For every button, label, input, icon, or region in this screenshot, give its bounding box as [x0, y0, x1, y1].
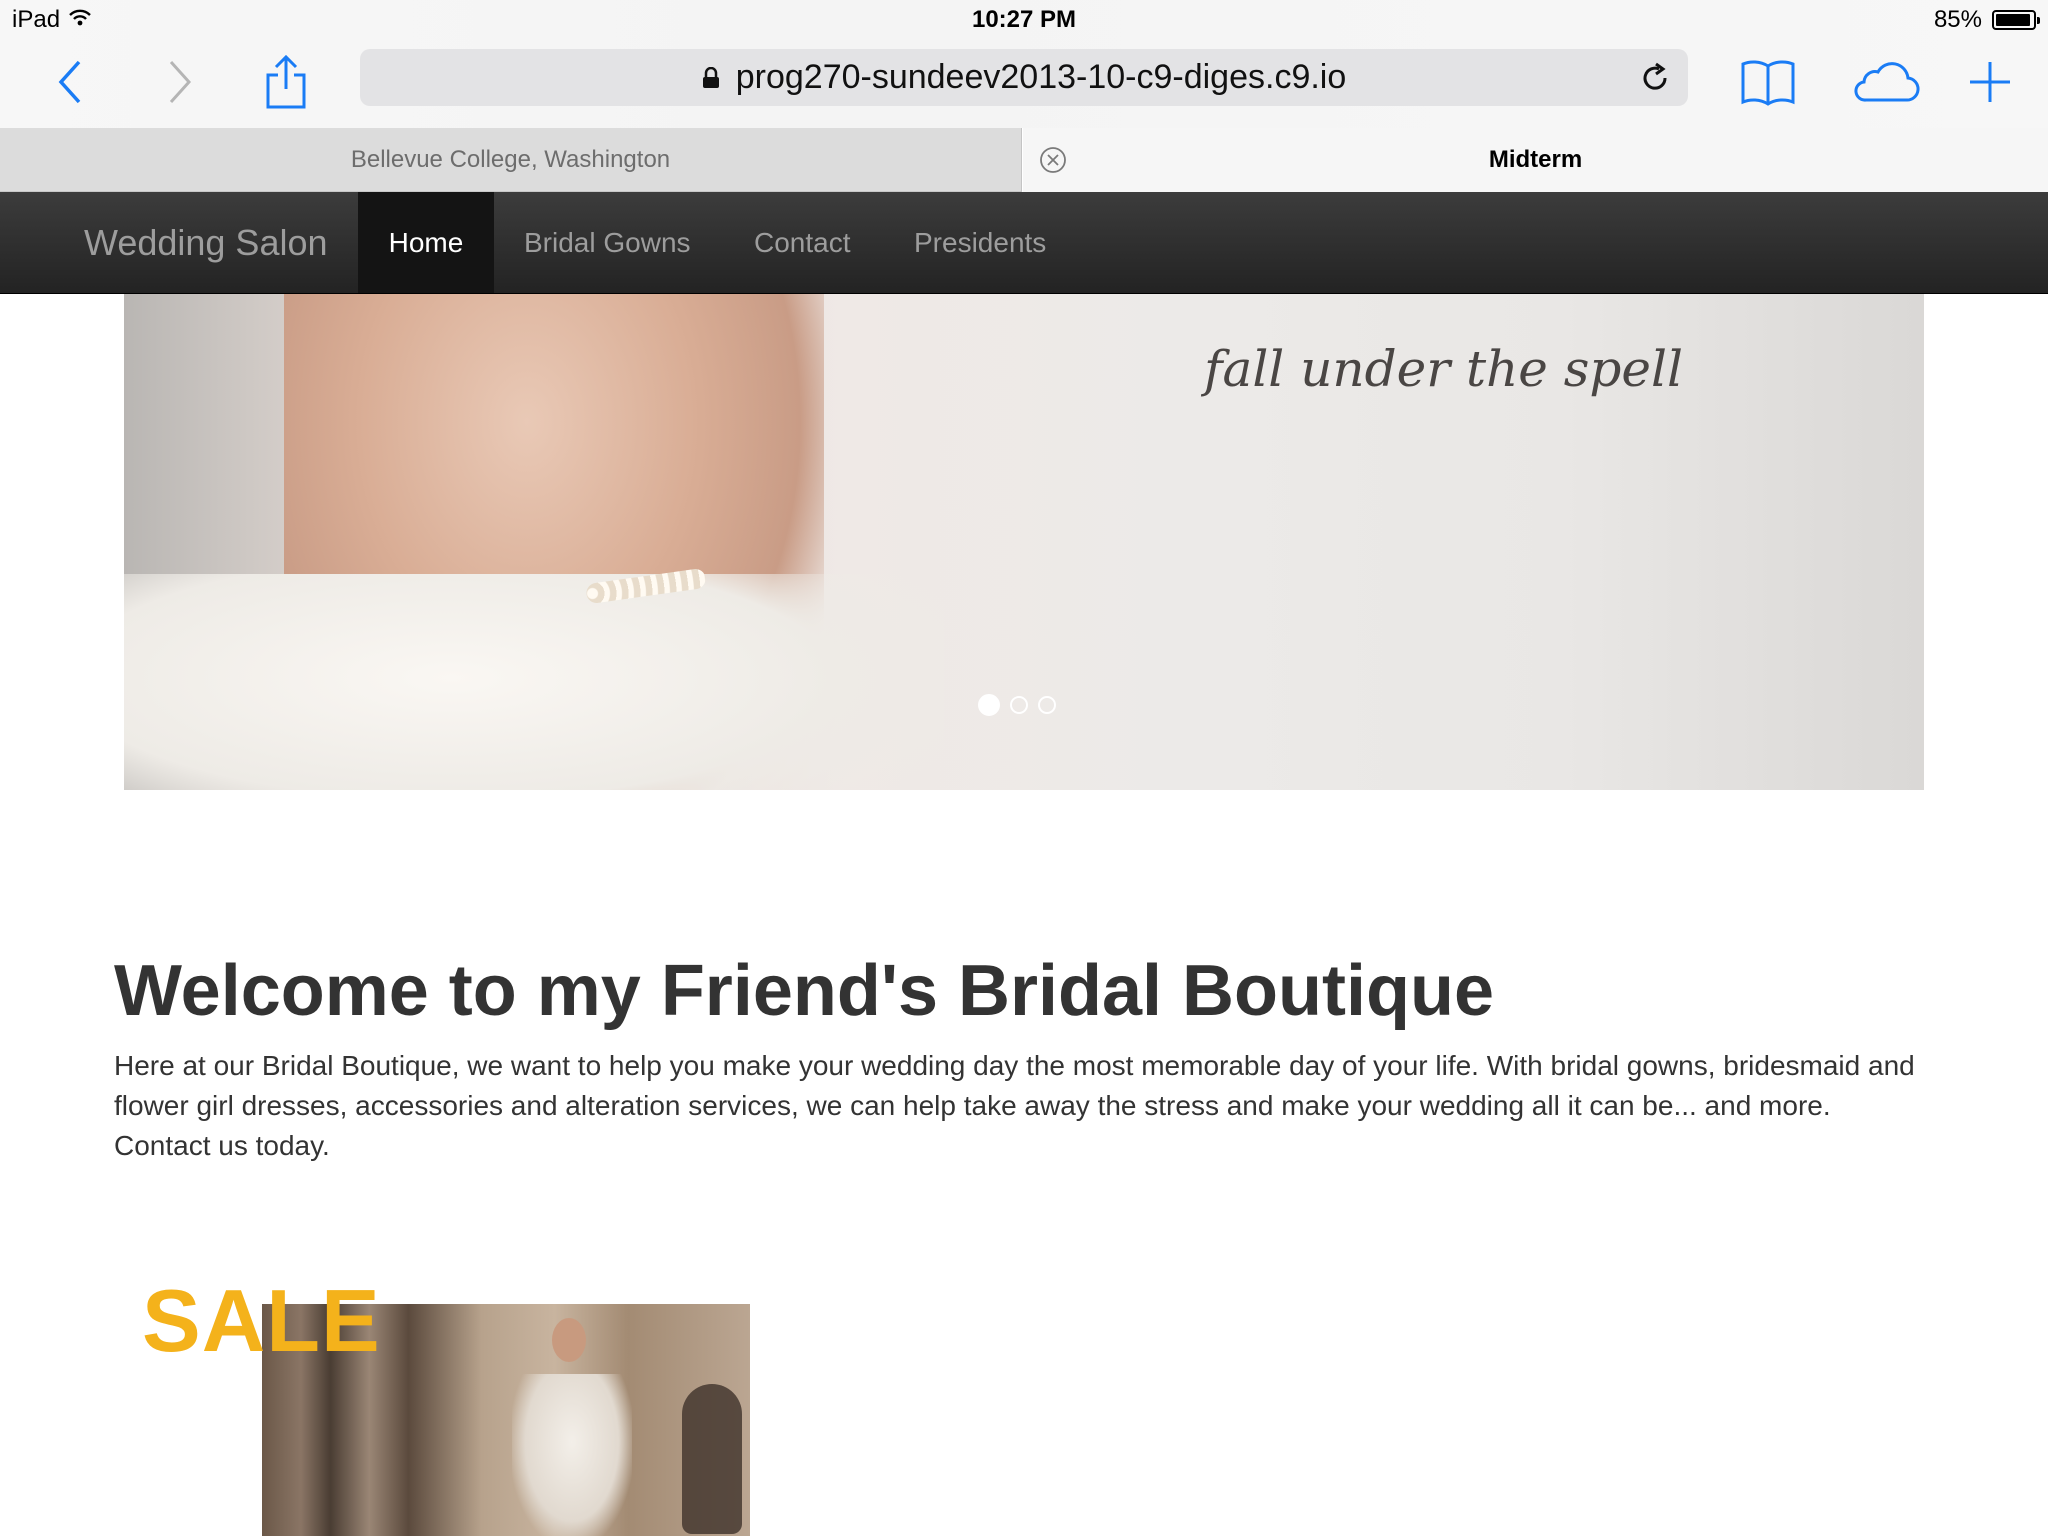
battery-percent: 85% — [1933, 6, 1982, 33]
reload-icon[interactable] — [1638, 61, 1672, 104]
sale-label: SALE — [142, 1271, 381, 1370]
safari-toolbar: prog270-sundeev2013-10-c9-diges.c9.io — [0, 40, 2048, 128]
brand-link[interactable]: Wedding Salon — [84, 222, 328, 264]
tab-bar: Bellevue College, Washington Midterm — [0, 128, 2048, 192]
shadow-figure — [682, 1384, 742, 1534]
gown-figure — [512, 1374, 632, 1536]
plus-icon — [1970, 62, 2010, 102]
dress-image — [124, 574, 944, 790]
url-text: prog270-sundeev2013-10-c9-diges.c9.io — [735, 58, 1347, 96]
address-bar[interactable]: prog270-sundeev2013-10-c9-diges.c9.io — [360, 49, 1688, 106]
carousel-indicator-2[interactable] — [1010, 696, 1028, 714]
book-icon — [1741, 60, 1795, 106]
tab-label: Midterm — [1488, 146, 1583, 173]
share-button[interactable] — [256, 52, 316, 112]
close-tab-icon[interactable] — [1039, 146, 1067, 181]
bookmarks-button[interactable] — [1738, 52, 1798, 112]
tab-bellevue[interactable]: Bellevue College, Washington — [0, 128, 1022, 192]
tab-label: Bellevue College, Washington — [350, 145, 671, 173]
new-tab-button[interactable] — [1960, 52, 2020, 112]
carousel-indicators — [978, 694, 1056, 716]
page-title: Welcome to my Friend's Bridal Boutique — [114, 951, 1494, 1031]
chevron-right-icon — [169, 60, 192, 104]
carousel-indicator-3[interactable] — [1038, 696, 1056, 714]
sale-image[interactable]: SALE — [138, 1264, 750, 1536]
carousel-indicator-1[interactable] — [978, 694, 1000, 716]
site-navbar: Wedding Salon Home Bridal Gowns Contact … — [0, 192, 2048, 294]
nav-bridal-gowns[interactable]: Bridal Gowns — [524, 192, 691, 293]
icloud-tabs-button[interactable] — [1850, 52, 1920, 112]
forward-button[interactable] — [150, 52, 210, 112]
share-icon — [266, 54, 306, 109]
back-button[interactable] — [40, 52, 100, 112]
nav-presidents[interactable]: Presidents — [914, 192, 1046, 293]
model-head — [552, 1318, 586, 1362]
tab-midterm[interactable]: Midterm — [1023, 128, 2048, 192]
status-bar: iPad 10:27 PM 85% — [0, 0, 2048, 40]
clock: 10:27 PM — [971, 6, 1077, 33]
cloud-icon — [1854, 62, 1920, 102]
browser-chrome: iPad 10:27 PM 85% prog270-sundeev2013-10… — [0, 0, 2048, 128]
hero-carousel[interactable]: fall under the spell — [124, 294, 1924, 790]
carousel-caption: fall under the spell — [1204, 340, 1684, 398]
chevron-left-icon — [58, 60, 81, 104]
intro-paragraph: Here at our Bridal Boutique, we want to … — [114, 1050, 1915, 1161]
nav-contact[interactable]: Contact — [754, 192, 851, 293]
lock-icon — [702, 66, 720, 89]
nav-home[interactable]: Home — [358, 192, 494, 293]
battery-icon — [1992, 10, 2040, 30]
